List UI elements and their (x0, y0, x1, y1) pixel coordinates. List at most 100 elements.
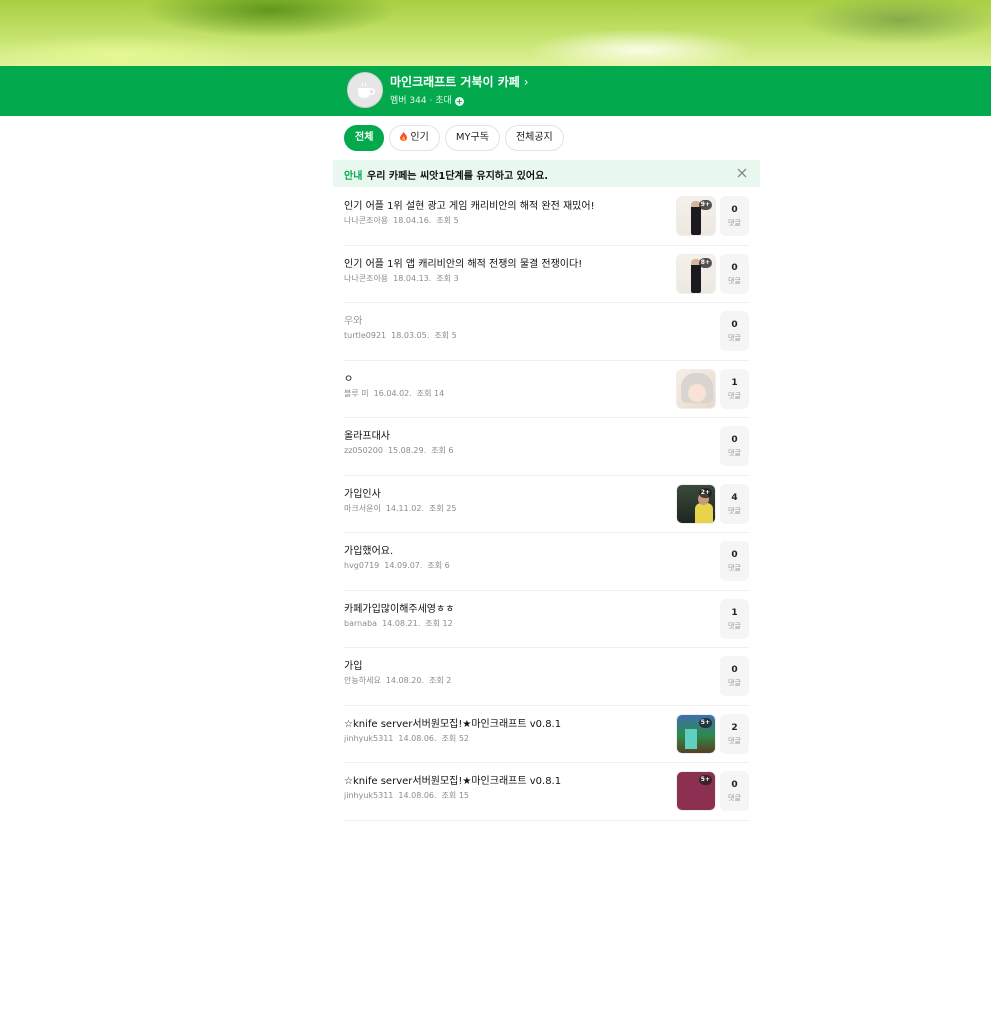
post-thumbnail[interactable] (676, 368, 716, 409)
comment-count-button[interactable]: 4 댓글 (720, 483, 749, 524)
post-row[interactable]: 우와 turtle0921 18.03.05. 조회 5 0 댓글 (344, 303, 749, 361)
post-date: 15.08.29. (387, 446, 427, 455)
post-row[interactable]: 가입했어요. hvg0719 14.09.07. 조회 6 0 댓글 (344, 533, 749, 591)
post-row[interactable]: 인기 어플 1위 앱 캐리비안의 해적 전쟁의 물결 전쟁이다! 나나콘조아용 1… (344, 246, 749, 303)
post-author: 나나콘조아용 (344, 273, 389, 283)
post-list: 인기 어플 1위 설현 광고 게임 캐리비안의 해적 완전 재밌어! 나나콘조아… (344, 188, 749, 830)
post-views: 조회 15 (441, 791, 470, 800)
post-row[interactable]: 가입인사 마크서윤이 14.11.02. 조회 25 2+ 4 댓글 (344, 476, 749, 533)
post-row[interactable]: ☆knife server서버원모집!★마인크래프트 v0.8.1 jinhyu… (344, 763, 749, 821)
post-views: 조회 3 (436, 273, 459, 283)
cafe-avatar[interactable] (347, 72, 383, 108)
post-row[interactable]: 카페가입많이해주세영ㅎㅎ barnaba 14.08.21. 조회 12 1 댓글 (344, 591, 749, 648)
post-thumbnail[interactable]: 8+ (676, 253, 716, 294)
comment-label: 댓글 (728, 334, 741, 342)
post-views: 조회 14 (416, 388, 445, 398)
comment-count-button[interactable]: 1 댓글 (720, 368, 749, 409)
tab-all-notices[interactable]: 전체공지 (504, 125, 564, 151)
tab-popular[interactable]: 인기 (389, 125, 440, 151)
post-views: 조회 12 (425, 618, 453, 628)
notice-banner[interactable]: 안내 우리 카페는 씨앗1단계를 유지하고 있어요. (333, 160, 760, 187)
post-meta: hvg0719 14.09.07. 조회 6 (344, 560, 450, 571)
post-title[interactable]: 우와 (344, 312, 362, 327)
post-title[interactable]: 올라프대사 (344, 427, 390, 442)
cafe-header: 마인크래프트 거북이 카페 › 멤버 344 · 초대 + (0, 66, 991, 116)
meta-separator: · (429, 96, 433, 106)
post-title[interactable]: 카페가입많이해주세영ㅎㅎ (344, 600, 454, 615)
post-date: 18.04.13. (393, 273, 432, 283)
post-row[interactable]: ㅇ 블루 미 16.04.02. 조회 14 1 댓글 (344, 361, 749, 418)
comment-count: 0 (731, 320, 738, 330)
post-date: 14.08.06. (398, 791, 437, 800)
comment-label: 댓글 (728, 449, 741, 457)
comment-count-button[interactable]: 0 댓글 (720, 426, 749, 466)
cafe-meta: 멤버 344 · 초대 + (390, 93, 464, 106)
comment-count-button[interactable]: 0 댓글 (720, 196, 749, 236)
post-views: 조회 52 (441, 733, 470, 743)
comment-label: 댓글 (728, 679, 741, 687)
post-date: 14.08.21. (382, 618, 421, 628)
post-views: 조회 25 (428, 503, 457, 513)
comment-count-button[interactable]: 0 댓글 (720, 771, 749, 811)
tab-label: 전체공지 (515, 132, 553, 143)
comment-label: 댓글 (728, 564, 741, 572)
tab-label: MY구독 (455, 132, 489, 143)
comment-count-button[interactable]: 0 댓글 (720, 541, 749, 581)
post-title[interactable]: 인기 어플 1위 앱 캐리비안의 해적 전쟁의 물결 전쟁이다! (344, 255, 582, 270)
post-meta: turtle0921 18.03.05. 조회 5 (344, 330, 457, 341)
comment-count-button[interactable]: 1 댓글 (720, 598, 749, 639)
post-title[interactable]: 가입인사 (344, 485, 381, 500)
post-thumbnail[interactable]: 2+ (676, 483, 716, 524)
comment-count: 0 (731, 780, 738, 790)
fire-icon (400, 132, 408, 141)
post-title[interactable]: 가입했어요. (344, 542, 393, 557)
post-date: 16.04.02. (373, 388, 412, 398)
image-count-badge: 8+ (698, 257, 712, 268)
comment-count: 4 (731, 492, 738, 503)
post-thumbnail[interactable]: 5+ (676, 771, 716, 811)
post-views: 조회 5 (436, 216, 459, 225)
post-title[interactable]: 인기 어플 1위 설현 광고 게임 캐리비안의 해적 완전 재밌어! (344, 197, 595, 212)
post-thumbnail[interactable]: 5+ (676, 713, 716, 754)
plus-circle-icon: + (454, 97, 464, 106)
comment-count: 0 (731, 550, 738, 560)
post-date: 18.03.05. (391, 331, 430, 340)
post-meta: jinhyuk5311 14.08.06. 조회 52 (344, 733, 469, 744)
post-row[interactable]: ☆knife server서버원모집!★마인크래프트 v0.8.1 jinhyu… (344, 706, 749, 763)
cafe-cover-banner (0, 0, 991, 66)
tab-label: 인기 (410, 132, 429, 143)
post-title[interactable]: ㅇ (344, 370, 353, 385)
tab-label: 전체 (355, 132, 374, 143)
comment-count-button[interactable]: 0 댓글 (720, 656, 749, 696)
tab-all[interactable]: 전체 (344, 125, 385, 151)
comment-count: 0 (731, 205, 738, 215)
post-date: 14.09.07. (384, 561, 423, 570)
invite-label: 초대 (435, 96, 452, 106)
post-row[interactable]: 올라프대사 zz050200 15.08.29. 조회 6 0 댓글 (344, 418, 749, 476)
comment-count-button[interactable]: 0 댓글 (720, 311, 749, 351)
post-title[interactable]: ☆knife server서버원모집!★마인크래프트 v0.8.1 (344, 715, 561, 730)
post-title[interactable]: 가입 (344, 657, 362, 672)
post-meta: barnaba 14.08.21. 조회 12 (344, 618, 453, 629)
post-views: 조회 5 (434, 331, 457, 340)
cafe-title-link[interactable]: 마인크래프트 거북이 카페 › (390, 73, 529, 90)
invite-link[interactable]: 초대 + (435, 96, 464, 106)
image-count-badge: 5+ (698, 775, 712, 785)
post-author: turtle0921 (344, 331, 387, 340)
post-meta: 블루 미 16.04.02. 조회 14 (344, 388, 444, 399)
post-row[interactable]: 가입 안뇽하세요 14.08.20. 조회 2 0 댓글 (344, 648, 749, 706)
comment-count-button[interactable]: 0 댓글 (720, 253, 749, 294)
post-author: 안뇽하세요 (344, 676, 381, 685)
post-title[interactable]: ☆knife server서버원모집!★마인크래프트 v0.8.1 (344, 772, 561, 787)
image-count-badge: 5+ (698, 717, 712, 728)
post-row[interactable]: 인기 어플 1위 설현 광고 게임 캐리비안의 해적 완전 재밌어! 나나콘조아… (344, 188, 749, 246)
image-count-badge: 9+ (698, 200, 712, 210)
post-thumbnail[interactable]: 9+ (676, 196, 716, 236)
chevron-right-icon: › (523, 75, 529, 89)
tab-my-subscriptions[interactable]: MY구독 (444, 125, 500, 151)
close-icon[interactable] (736, 167, 748, 179)
post-author: jinhyuk5311 (344, 791, 394, 800)
notice-text: 우리 카페는 씨앗1단계를 유지하고 있어요. (367, 171, 549, 182)
post-meta: 나나콘조아용 18.04.16. 조회 5 (344, 215, 459, 226)
comment-count-button[interactable]: 2 댓글 (720, 713, 749, 754)
